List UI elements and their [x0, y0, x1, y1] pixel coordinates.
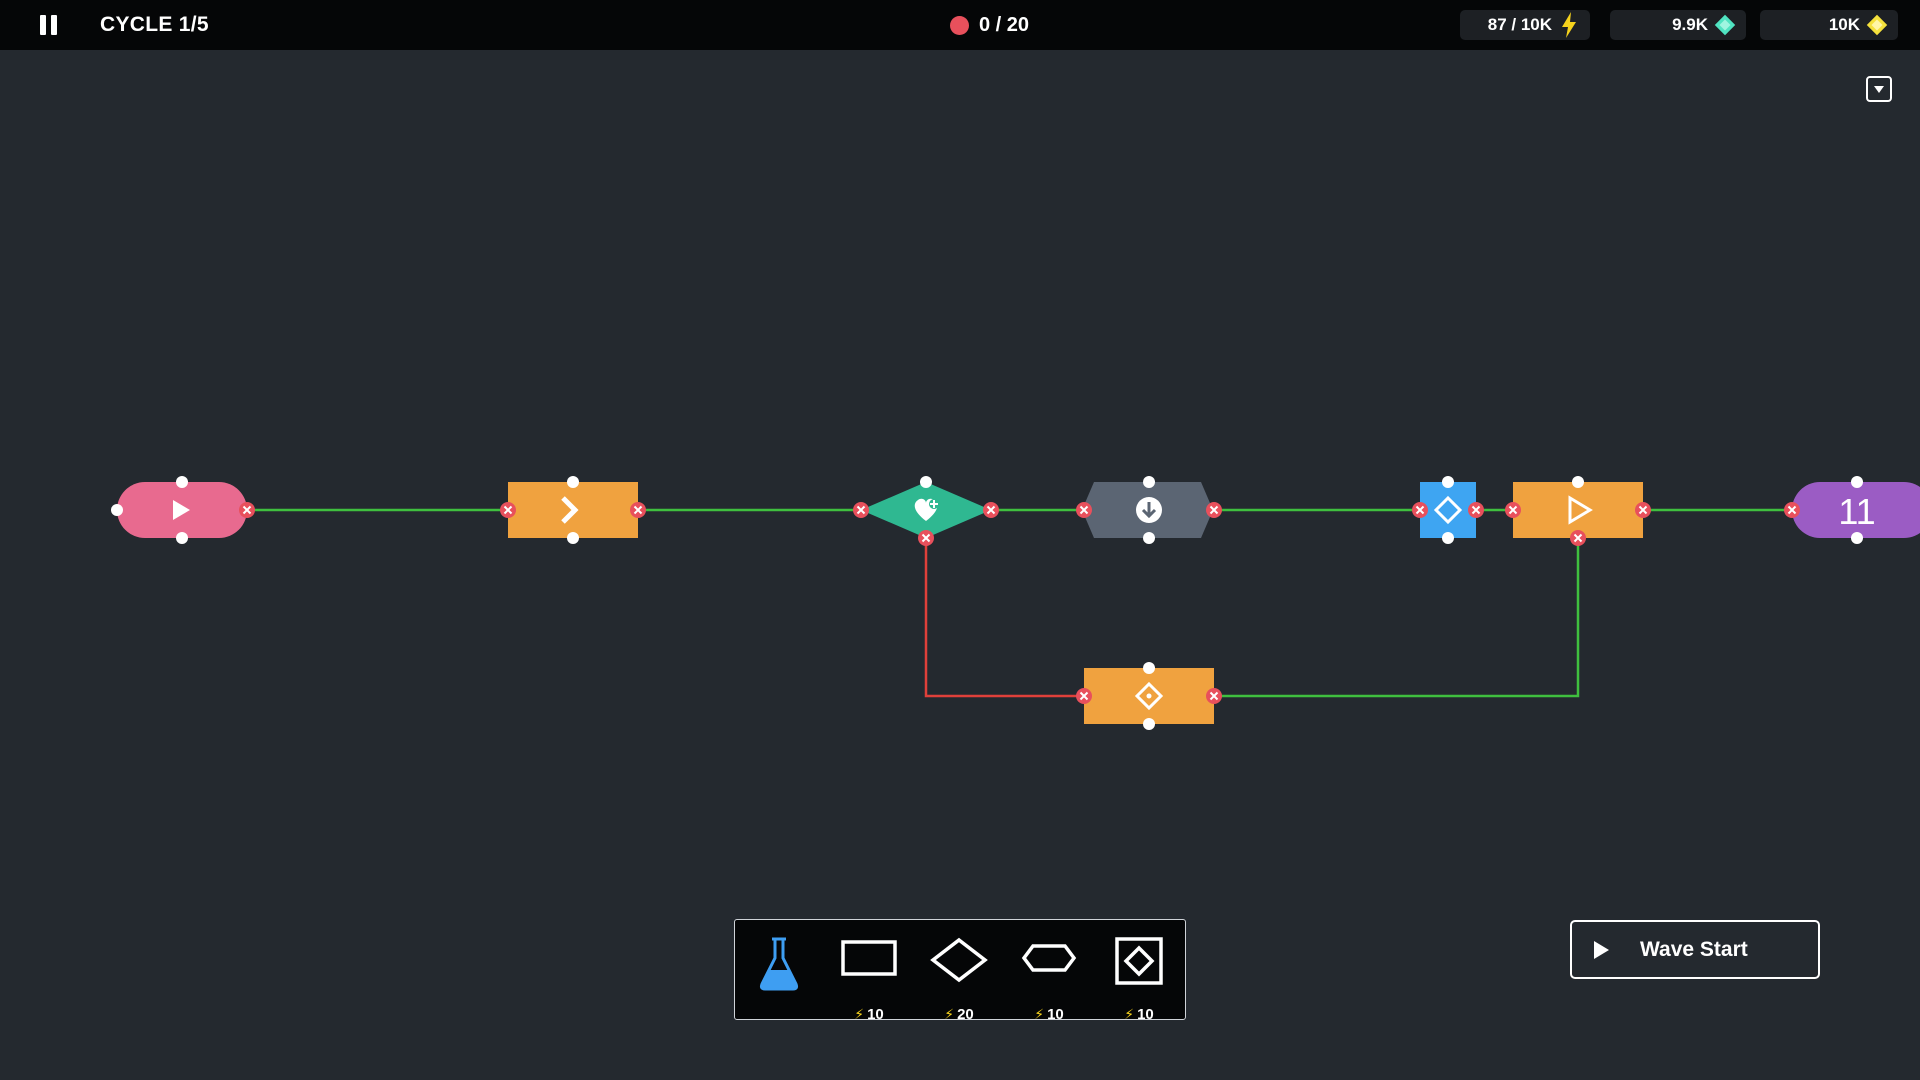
lightning-icon: ⚡ — [1034, 1006, 1045, 1022]
connector-dot[interactable] — [1851, 532, 1863, 544]
diamond-in-square-icon — [1115, 937, 1163, 985]
play-icon — [1594, 941, 1609, 959]
connector-dot[interactable] — [1143, 662, 1155, 674]
connector-dot[interactable] — [176, 476, 188, 488]
delete-link-icon[interactable] — [983, 502, 999, 518]
tool-cost: ⚡ 20 — [924, 1006, 994, 1023]
tool-cost: ⚡ 10 — [1014, 1006, 1084, 1023]
tool-cost: ⚡ 10 — [1104, 1006, 1174, 1023]
target-node[interactable] — [1084, 668, 1214, 724]
connector-dot[interactable] — [111, 504, 123, 516]
connector-dot[interactable] — [920, 476, 932, 488]
connector-dot[interactable] — [1143, 532, 1155, 544]
hexagon-outline-icon — [1021, 944, 1077, 972]
advance-node[interactable] — [508, 482, 638, 538]
diamond-square-tool[interactable]: ⚡ 10 — [1104, 936, 1174, 1023]
tool-cost-value: 20 — [957, 1006, 974, 1023]
lightning-icon: ⚡ — [1124, 1006, 1135, 1022]
delete-link-icon[interactable] — [853, 502, 869, 518]
delete-link-icon[interactable] — [918, 530, 934, 546]
connector-dot[interactable] — [1851, 476, 1863, 488]
tool-cost-value: 10 — [1137, 1006, 1154, 1023]
delete-link-icon[interactable] — [1206, 502, 1222, 518]
wave-start-button[interactable]: Wave Start — [1570, 920, 1820, 979]
delete-link-icon[interactable] — [239, 502, 255, 518]
flask-tool[interactable] — [744, 936, 814, 1016]
build-toolbar: ⚡ 10 ⚡ 20 ⚡ 10 ⚡ 10 — [734, 919, 1186, 1023]
delete-link-icon[interactable] — [1635, 502, 1651, 518]
end-node-label: 11 — [1838, 491, 1875, 532]
delete-link-icon[interactable] — [1076, 502, 1092, 518]
connector-dot[interactable] — [1442, 532, 1454, 544]
node-graph: 11 — [111, 476, 1920, 730]
hexagon-tool[interactable]: ⚡ 10 — [1014, 936, 1084, 1023]
delete-link-icon[interactable] — [1206, 688, 1222, 704]
delete-link-icon[interactable] — [500, 502, 516, 518]
connector-dot[interactable] — [176, 532, 188, 544]
fire-node[interactable] — [1513, 482, 1643, 538]
heal-node[interactable] — [861, 482, 991, 538]
flask-icon — [759, 937, 799, 991]
wave-start-label: Wave Start — [1640, 938, 1748, 961]
delete-link-icon[interactable] — [1570, 530, 1586, 546]
end-node[interactable]: 11 — [1792, 482, 1920, 538]
tool-cost: ⚡ 10 — [834, 1006, 904, 1023]
blue-check-node[interactable] — [1420, 482, 1476, 538]
diamond-tool[interactable]: ⚡ 20 — [924, 936, 994, 1023]
connector-dot[interactable] — [567, 532, 579, 544]
connector-dot[interactable] — [567, 476, 579, 488]
rectangle-tool[interactable]: ⚡ 10 — [834, 936, 904, 1023]
delete-link-icon[interactable] — [630, 502, 646, 518]
connector-dot[interactable] — [1442, 476, 1454, 488]
start-node[interactable] — [117, 482, 247, 538]
delete-link-icon[interactable] — [1784, 502, 1800, 518]
delete-link-icon[interactable] — [1412, 502, 1428, 518]
connector-dot[interactable] — [1572, 476, 1584, 488]
lightning-icon: ⚡ — [854, 1006, 865, 1022]
tool-cost-value: 10 — [867, 1006, 884, 1023]
link-broken — [924, 538, 1084, 698]
rectangle-outline-icon — [841, 940, 897, 976]
delete-link-icon[interactable] — [1076, 688, 1092, 704]
drop-node[interactable] — [1082, 482, 1213, 538]
link — [1214, 538, 1580, 698]
tool-cost-value: 10 — [1047, 1006, 1064, 1023]
connector-dot[interactable] — [1143, 718, 1155, 730]
delete-link-icon[interactable] — [1468, 502, 1484, 518]
lightning-icon: ⚡ — [944, 1006, 955, 1022]
connector-dot[interactable] — [1143, 476, 1155, 488]
delete-link-icon[interactable] — [1505, 502, 1521, 518]
arrow-down-circle-icon — [1136, 497, 1162, 523]
diamond-outline-icon — [930, 937, 988, 983]
